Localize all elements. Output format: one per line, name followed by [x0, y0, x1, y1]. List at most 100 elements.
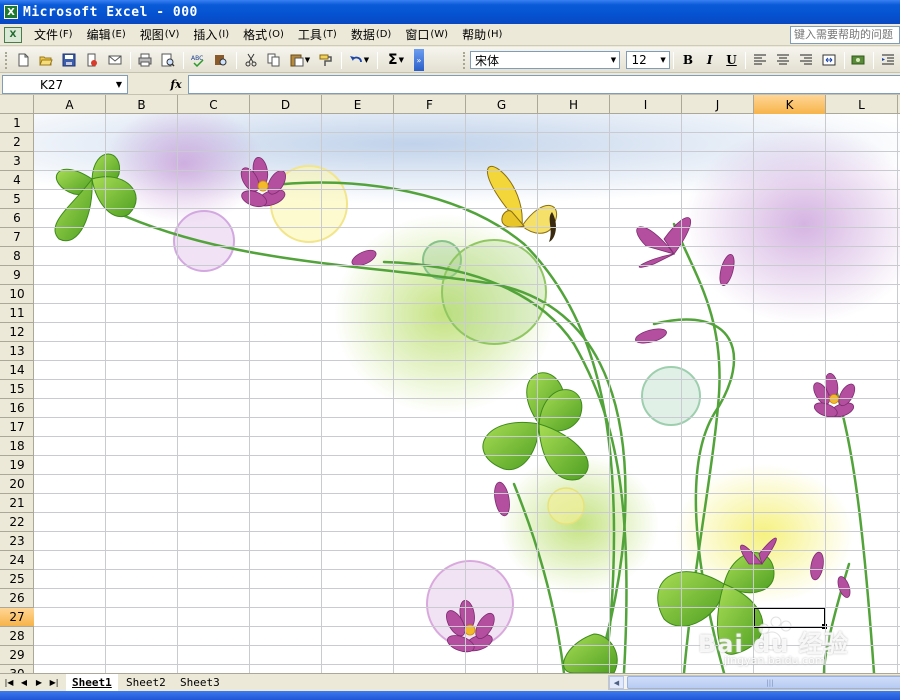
row-header[interactable]: 2	[0, 133, 34, 152]
menu-item-1[interactable]: 编辑 (E)	[81, 25, 132, 45]
autosum-dropdown-icon[interactable]: ▼	[399, 56, 404, 64]
row-header[interactable]: 6	[0, 209, 34, 228]
undo-button[interactable]: ▼	[345, 50, 373, 71]
permission-button[interactable]	[81, 50, 103, 71]
decrease-indent-button[interactable]	[877, 50, 899, 71]
prev-sheet-icon[interactable]: ◀	[17, 675, 31, 690]
row-header[interactable]: 29	[0, 646, 34, 665]
row-header[interactable]: 1	[0, 114, 34, 133]
column-header[interactable]: J	[682, 95, 754, 114]
undo-dropdown-icon[interactable]: ▼	[364, 56, 369, 64]
column-header[interactable]: L	[826, 95, 898, 114]
row-header[interactable]: 14	[0, 361, 34, 380]
column-header[interactable]: G	[466, 95, 538, 114]
first-sheet-icon[interactable]: |◀	[2, 675, 16, 690]
row-header[interactable]: 24	[0, 551, 34, 570]
row-header[interactable]: 4	[0, 171, 34, 190]
help-search-input[interactable]	[790, 26, 900, 44]
print-button[interactable]	[134, 50, 156, 71]
toolbar-options-chevron-icon[interactable]: »	[414, 49, 424, 71]
column-header[interactable]: D	[250, 95, 322, 114]
email-button[interactable]	[104, 50, 126, 71]
row-header[interactable]: 10	[0, 285, 34, 304]
cell-area[interactable]: Bai du 经验 jingyan.baidu.com	[34, 114, 900, 673]
toolbar-grip[interactable]	[5, 51, 9, 69]
sheet-tab[interactable]: Sheet3	[174, 674, 226, 691]
currency-style-button[interactable]	[848, 50, 870, 71]
paste-button[interactable]: ▼	[286, 50, 314, 71]
menu-item-2[interactable]: 视图 (V)	[134, 25, 186, 45]
row-header[interactable]: 9	[0, 266, 34, 285]
menu-item-5[interactable]: 工具 (T)	[292, 25, 343, 45]
select-all-corner[interactable]	[0, 95, 34, 114]
italic-button[interactable]: I	[699, 50, 721, 71]
row-header[interactable]: 20	[0, 475, 34, 494]
font-name-select[interactable]: 宋体 ▼	[469, 51, 621, 69]
name-box[interactable]: K27 ▼	[2, 75, 128, 94]
menu-item-0[interactable]: 文件 (F)	[28, 25, 79, 45]
row-header[interactable]: 21	[0, 494, 34, 513]
row-header[interactable]: 22	[0, 513, 34, 532]
sheet-tab[interactable]: Sheet1	[66, 674, 118, 691]
open-button[interactable]	[35, 50, 57, 71]
chevron-down-icon[interactable]: ▼	[657, 52, 669, 68]
bold-button[interactable]: B	[677, 50, 699, 71]
align-left-button[interactable]	[749, 50, 771, 71]
horizontal-scrollbar[interactable]: ◀ |||	[608, 675, 900, 690]
column-header[interactable]: K	[754, 95, 826, 114]
underline-button[interactable]: U	[721, 50, 743, 71]
chevron-down-icon[interactable]: ▼	[111, 80, 127, 89]
menu-item-6[interactable]: 数据 (D)	[345, 25, 398, 45]
chevron-down-icon[interactable]: ▼	[607, 52, 619, 68]
merge-center-button[interactable]	[818, 50, 840, 71]
scroll-thumb[interactable]: |||	[627, 676, 900, 689]
menu-item-8[interactable]: 帮助 (H)	[456, 25, 508, 45]
research-button[interactable]	[210, 50, 232, 71]
menu-item-7[interactable]: 窗口 (W)	[399, 25, 454, 45]
align-center-button[interactable]	[772, 50, 794, 71]
toolbar-grip[interactable]	[463, 51, 467, 69]
scroll-left-icon[interactable]: ◀	[609, 676, 624, 689]
row-header[interactable]: 13	[0, 342, 34, 361]
menu-item-3[interactable]: 插入 (I)	[187, 25, 235, 45]
row-header[interactable]: 26	[0, 589, 34, 608]
paste-dropdown-icon[interactable]: ▼	[305, 56, 310, 64]
row-header[interactable]: 25	[0, 570, 34, 589]
workbook-icon[interactable]: X	[4, 26, 22, 43]
save-button[interactable]	[58, 50, 80, 71]
row-header[interactable]: 3	[0, 152, 34, 171]
row-header[interactable]: 8	[0, 247, 34, 266]
row-header[interactable]: 7	[0, 228, 34, 247]
spelling-button[interactable]: ABC	[187, 50, 209, 71]
row-header[interactable]: 28	[0, 627, 34, 646]
column-header[interactable]: H	[538, 95, 610, 114]
column-header[interactable]: C	[178, 95, 250, 114]
row-header[interactable]: 12	[0, 323, 34, 342]
row-header[interactable]: 16	[0, 399, 34, 418]
row-header[interactable]: 17	[0, 418, 34, 437]
row-header[interactable]: 11	[0, 304, 34, 323]
row-header[interactable]: 5	[0, 190, 34, 209]
format-painter-button[interactable]	[315, 50, 337, 71]
sheet-tab[interactable]: Sheet2	[120, 674, 172, 691]
column-header[interactable]: A	[34, 95, 106, 114]
menu-item-4[interactable]: 格式 (O)	[237, 25, 290, 45]
insert-function-button[interactable]: fx	[166, 76, 186, 93]
align-right-button[interactable]	[795, 50, 817, 71]
column-header[interactable]: I	[610, 95, 682, 114]
column-header[interactable]: E	[322, 95, 394, 114]
column-header[interactable]: F	[394, 95, 466, 114]
print-preview-button[interactable]	[157, 50, 179, 71]
copy-button[interactable]	[263, 50, 285, 71]
row-header[interactable]: 30	[0, 665, 34, 673]
next-sheet-icon[interactable]: ▶	[32, 675, 46, 690]
row-header[interactable]: 27	[0, 608, 34, 627]
new-button[interactable]	[12, 50, 34, 71]
row-header[interactable]: 15	[0, 380, 34, 399]
last-sheet-icon[interactable]: ▶|	[47, 675, 61, 690]
formula-input[interactable]	[188, 75, 900, 94]
font-size-select[interactable]: 12 ▼	[626, 51, 671, 69]
excel-app-icon[interactable]: X	[4, 5, 18, 19]
column-header[interactable]: B	[106, 95, 178, 114]
row-header[interactable]: 18	[0, 437, 34, 456]
